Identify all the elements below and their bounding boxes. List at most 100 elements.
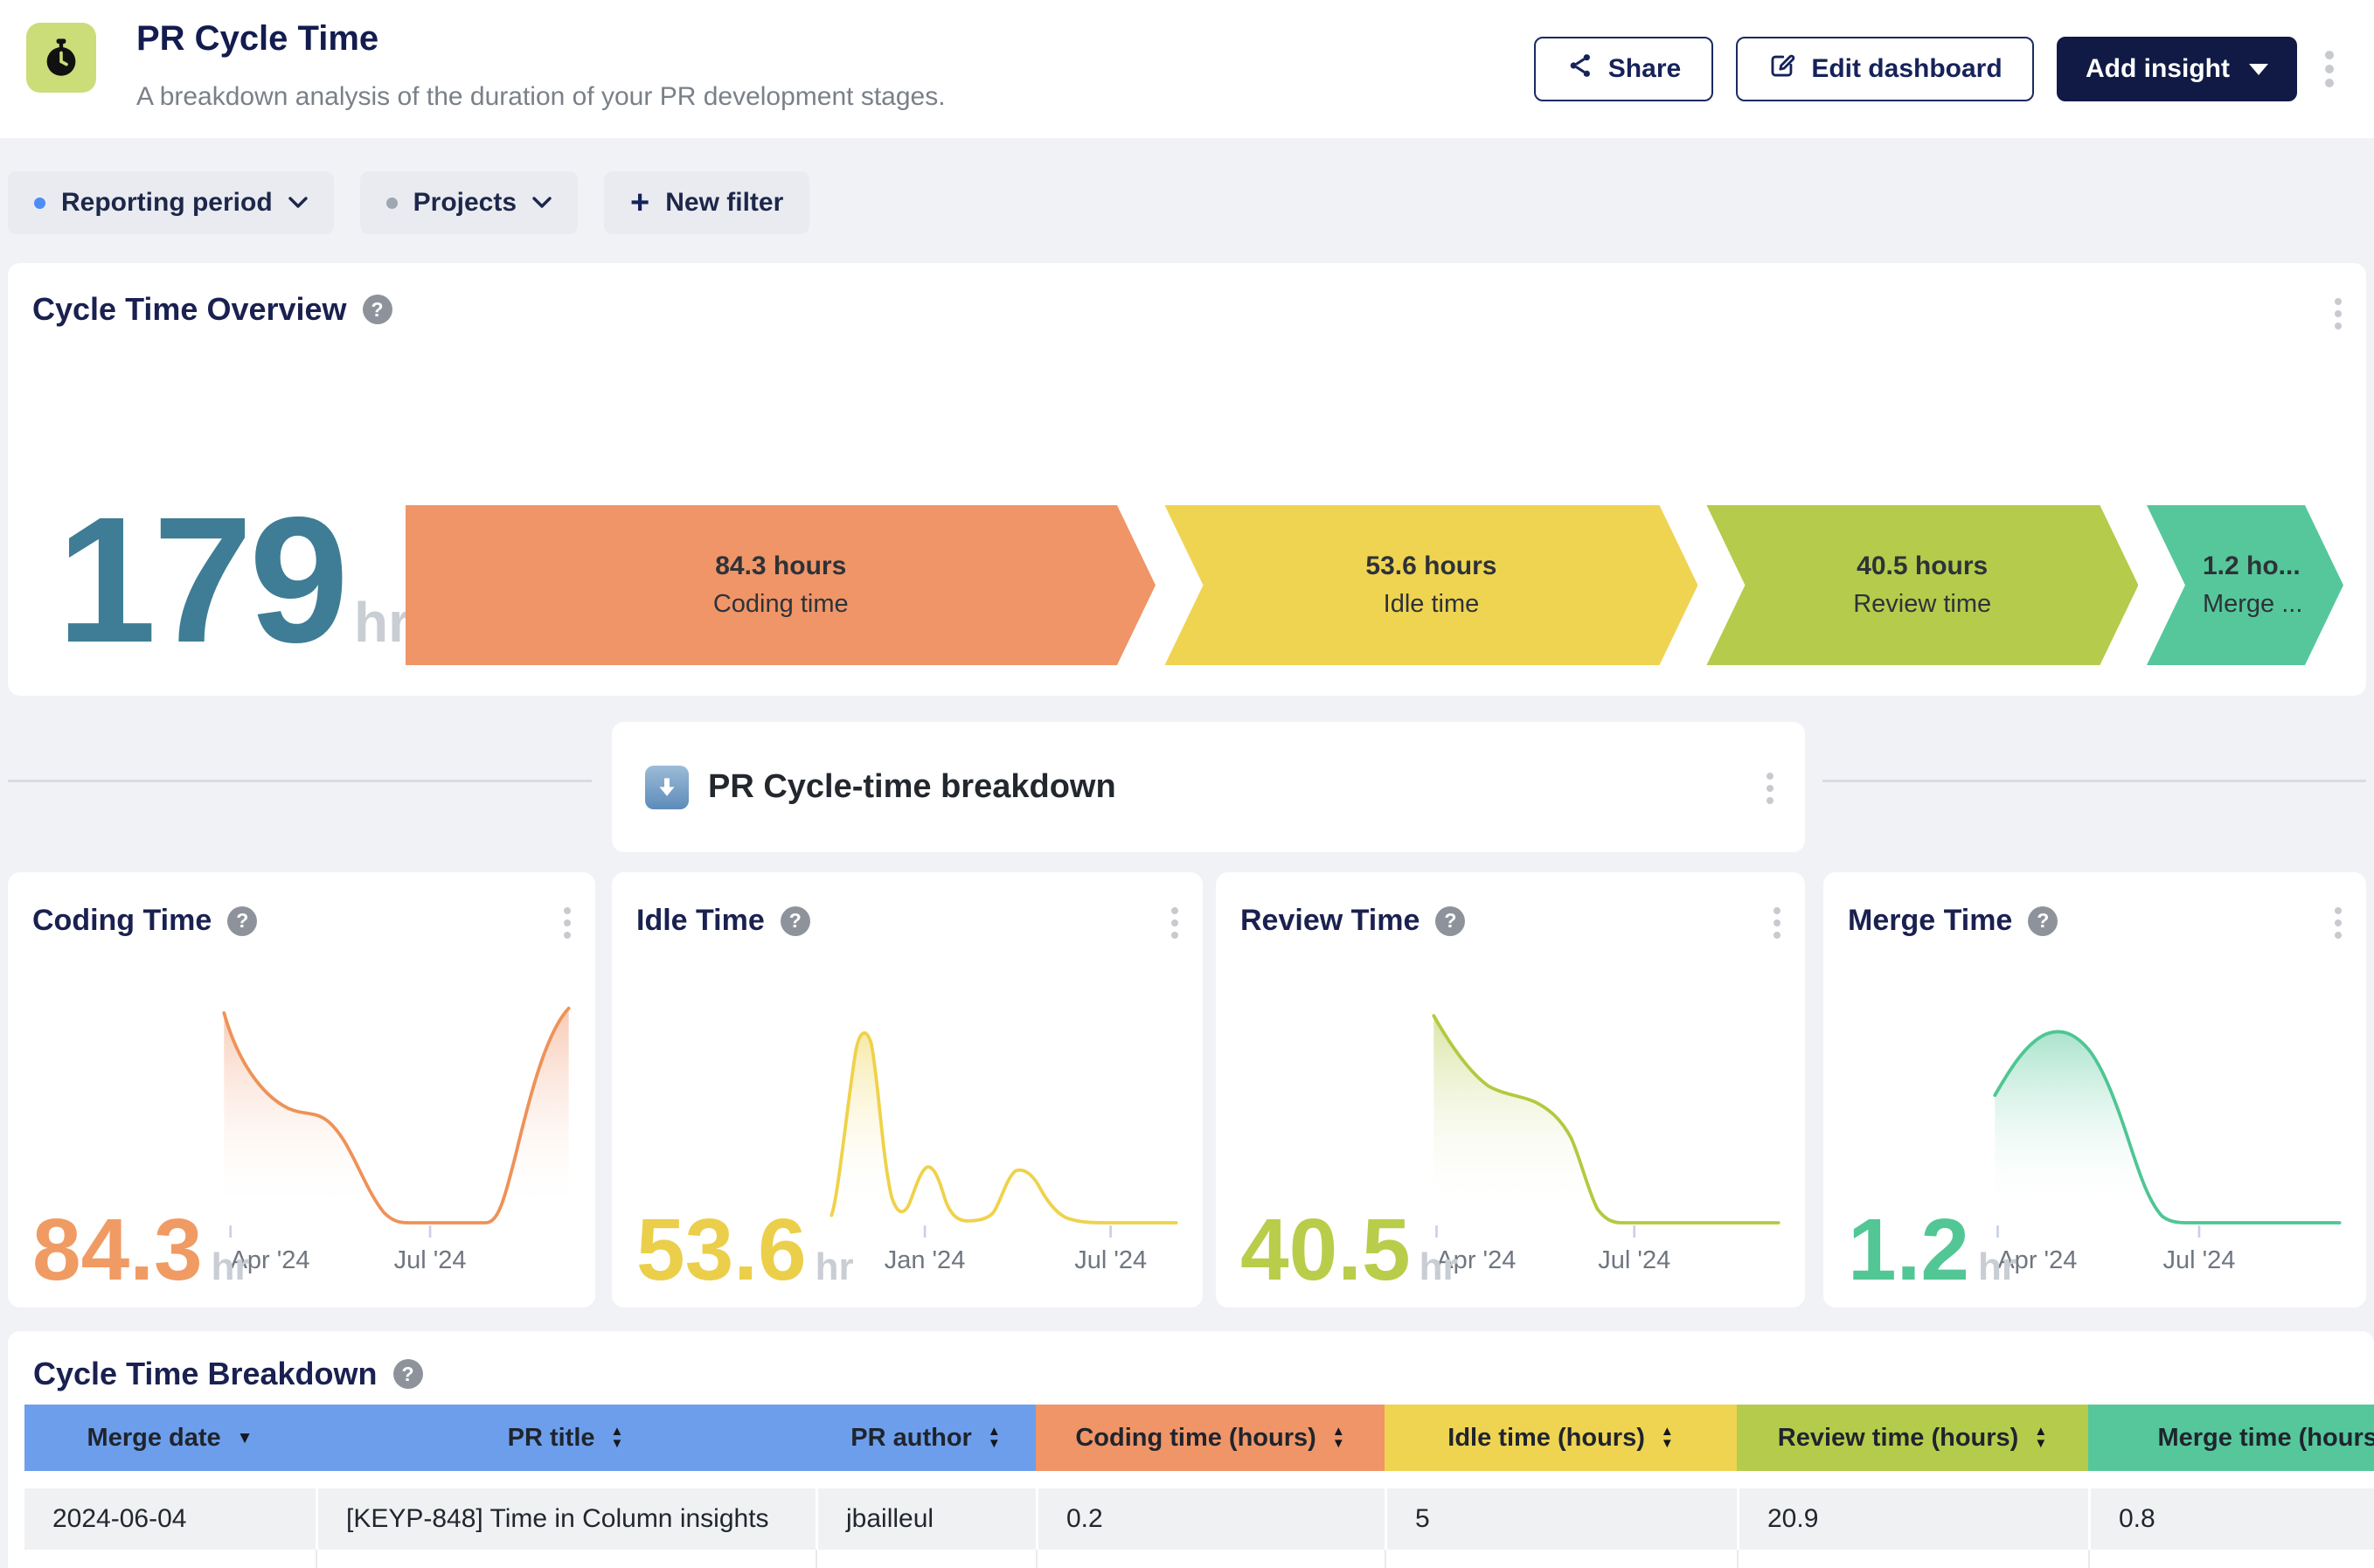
stage-label: Review time	[1853, 590, 1991, 619]
stage-label: Merge ...	[2203, 590, 2302, 619]
edit-icon	[1767, 51, 1797, 87]
page-title: PR Cycle Time	[136, 19, 378, 59]
idle-time-sparkline: Jan '24 Jul '24	[829, 997, 1180, 1278]
metric-unit: hr	[212, 1245, 250, 1289]
column-header-idle-time[interactable]: Idle time (hours) ▲▼	[1385, 1405, 1737, 1471]
plus-icon: +	[630, 186, 649, 219]
stage-value: 84.3 hours	[715, 552, 846, 581]
axis-tick-label: Jul '24	[394, 1246, 467, 1275]
cell-pr-title: [KEYP-848] Time in Column insights	[316, 1488, 816, 1550]
edit-dashboard-button[interactable]: Edit dashboard	[1736, 37, 2034, 101]
down-arrow-emoji-icon	[645, 766, 689, 809]
axis-tick-label: Jul '24	[1598, 1246, 1670, 1275]
edit-dashboard-button-label: Edit dashboard	[1811, 54, 2002, 84]
coding-time-kebab-icon[interactable]	[559, 902, 576, 944]
column-header-label: PR author	[850, 1424, 972, 1453]
column-header-pr-author[interactable]: PR author ▲▼	[816, 1405, 1036, 1471]
coding-time-title-row: Coding Time ?	[32, 904, 257, 938]
merge-time-sparkline: Apr '24 Jul '24	[1992, 997, 2343, 1278]
stopwatch-icon	[26, 23, 96, 93]
sort-icon: ▲▼	[2034, 1426, 2047, 1450]
cell-merge-date: 2024-06-04	[24, 1488, 316, 1550]
metric-value: 84.3	[32, 1206, 203, 1294]
idle-time-kebab-icon[interactable]	[1166, 902, 1184, 944]
stage-label: Idle time	[1384, 590, 1480, 619]
table-row[interactable]: 2024-06-04 [KEYP-848] Time in Column ins…	[24, 1488, 2374, 1550]
funnel-stage-idle[interactable]: 53.6 hours Idle time	[1164, 505, 1697, 665]
stage-label: Coding time	[713, 590, 849, 619]
help-icon[interactable]: ?	[393, 1359, 423, 1389]
filter-projects-label: Projects	[413, 188, 517, 218]
help-icon[interactable]: ?	[227, 906, 257, 936]
caret-down-icon	[2249, 64, 2268, 75]
review-time-value: 40.5 hr	[1240, 1206, 1458, 1294]
column-header-coding-time[interactable]: Coding time (hours)▲▼	[1036, 1405, 1385, 1471]
filter-reporting-period[interactable]: Reporting period	[8, 171, 334, 234]
x-axis-labels: Apr '24 Jul '24	[1992, 1239, 2343, 1278]
idle-time-title-row: Idle Time ?	[636, 904, 810, 938]
metric-value: 1.2	[1848, 1206, 1969, 1294]
idle-time-title: Idle Time	[636, 904, 765, 938]
merge-time-card: Merge Time ? Apr '24 Jul '24 1.2 hr	[1823, 872, 2366, 1308]
column-header-label: Review time (hours)	[1778, 1424, 2019, 1453]
cell-merge-time: 0.8	[2088, 1488, 2374, 1550]
share-button[interactable]: Share	[1534, 37, 1713, 101]
cycle-time-overview-card: Cycle Time Overview ? 179 hr 84.3 hours …	[8, 263, 2366, 696]
coding-time-value: 84.3 hr	[32, 1206, 250, 1294]
column-header-merge-date[interactable]: Merge date▼	[24, 1405, 316, 1471]
chevron-down-icon	[288, 197, 308, 209]
help-icon[interactable]: ?	[2028, 906, 2058, 936]
overview-kebab-icon[interactable]	[2329, 293, 2347, 335]
funnel-stage-merge[interactable]: 1.2 ho... Merge ...	[2147, 505, 2343, 665]
help-icon[interactable]: ?	[363, 295, 392, 324]
page-menu-kebab-icon[interactable]	[2320, 45, 2339, 93]
cycle-time-funnel: 84.3 hours Coding time 53.6 hours Idle t…	[406, 505, 2363, 665]
stage-value: 53.6 hours	[1365, 552, 1496, 581]
add-insight-button[interactable]: Add insight	[2057, 37, 2297, 101]
merge-time-kebab-icon[interactable]	[2329, 902, 2347, 944]
page-subtitle: A breakdown analysis of the duration of …	[136, 82, 946, 112]
review-time-title-row: Review Time ?	[1240, 904, 1465, 938]
overview-title-row: Cycle Time Overview ?	[32, 291, 392, 328]
cell-coding-time: 0.2	[1036, 1488, 1385, 1550]
merge-time-title: Merge Time	[1848, 904, 2012, 938]
table-header-row: Merge date▼ PR title▲▼ PR author▲▼ Codin…	[24, 1405, 2374, 1471]
dashboard-page: PR Cycle Time A breakdown analysis of th…	[0, 0, 2374, 1568]
coding-time-title: Coding Time	[32, 904, 212, 938]
topbar-actions: Share Edit dashboard Add insight	[1534, 37, 2339, 101]
review-time-title: Review Time	[1240, 904, 1420, 938]
new-filter-button[interactable]: + New filter	[604, 171, 809, 234]
idle-time-card: Idle Time ? Jan '24 Jul '24 53.6 hr	[612, 872, 1203, 1308]
column-header-label: PR title	[508, 1424, 595, 1453]
filter-reporting-period-label: Reporting period	[61, 188, 273, 218]
column-header-label: Idle time (hours)	[1447, 1424, 1645, 1453]
column-header-review-time[interactable]: Review time (hours) ▲▼	[1737, 1405, 2088, 1471]
filter-projects[interactable]: Projects	[360, 171, 578, 234]
sort-icon: ▲▼	[1332, 1426, 1345, 1450]
x-axis-labels: Apr '24 Jul '24	[1431, 1239, 1782, 1278]
sort-icon: ▲▼	[988, 1426, 1001, 1450]
sort-icon: ▲▼	[1661, 1426, 1674, 1450]
column-header-merge-time[interactable]: Merge time (hours)	[2088, 1405, 2374, 1471]
axis-tick-label: Jul '24	[2162, 1246, 2235, 1275]
funnel-stage-review[interactable]: 40.5 hours Review time	[1706, 505, 2138, 665]
table-title-row: Cycle Time Breakdown ?	[33, 1356, 423, 1392]
share-button-label: Share	[1608, 54, 1681, 84]
cell-idle-time: 5	[1385, 1488, 1737, 1550]
stage-value: 40.5 hours	[1857, 552, 1988, 581]
help-icon[interactable]: ?	[1435, 906, 1465, 936]
funnel-stage-coding[interactable]: 84.3 hours Coding time	[406, 505, 1156, 665]
table-title: Cycle Time Breakdown	[33, 1356, 378, 1392]
pr-cycle-time-breakdown-banner: PR Cycle-time breakdown	[612, 722, 1805, 852]
new-filter-label: New filter	[665, 188, 783, 218]
share-icon	[1566, 52, 1594, 87]
review-time-card: Review Time ? Apr '24 Jul '24 40.5 hr	[1216, 872, 1805, 1308]
review-time-kebab-icon[interactable]	[1768, 902, 1786, 944]
filter-bar: Reporting period Projects + New filter	[8, 171, 809, 234]
banner-kebab-icon[interactable]	[1761, 767, 1779, 809]
help-icon[interactable]: ?	[781, 906, 810, 936]
column-header-pr-title[interactable]: PR title▲▼	[316, 1405, 816, 1471]
axis-tick-label: Jul '24	[1074, 1246, 1147, 1275]
cell-review-time: 20.9	[1737, 1488, 2088, 1550]
merge-time-title-row: Merge Time ?	[1848, 904, 2058, 938]
